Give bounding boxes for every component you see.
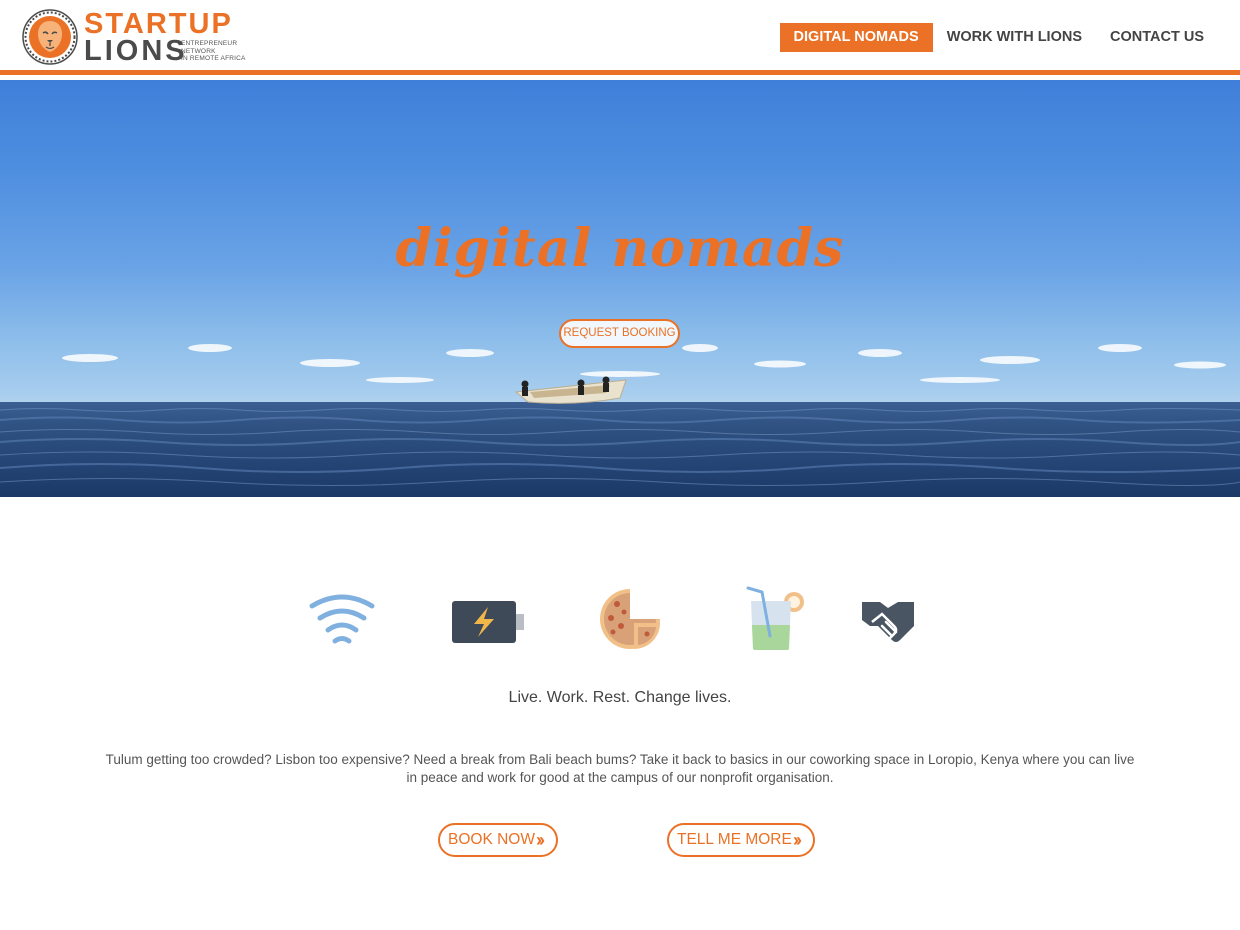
logo-wordmark-lions: LIONS — [84, 35, 188, 67]
nav-item-work-with-lions[interactable]: WORK WITH LIONS — [933, 23, 1096, 52]
drink-icon — [746, 586, 804, 650]
request-booking-button[interactable]: REQUEST BOOKING — [559, 319, 680, 348]
feature-icons-row — [0, 580, 1240, 660]
nav-item-digital-nomads[interactable]: DIGITAL NOMADS — [779, 23, 933, 52]
startup-lions-logo[interactable]: STARTUP LIONS ENTREPRENEUR NETWORK IN RE… — [22, 8, 246, 67]
pizza-icon — [600, 589, 660, 649]
wifi-icon — [309, 594, 375, 644]
lion-logo-icon — [22, 9, 78, 65]
boat-illustration — [514, 376, 627, 404]
hero-ocean-image — [0, 344, 1240, 497]
tell-me-more-label: TELL ME MORE — [677, 831, 792, 848]
hero-banner: digital nomads REQUEST BOOKING — [0, 80, 1240, 497]
description-text: Tulum getting too crowded? Lisbon too ex… — [105, 752, 1135, 785]
book-now-label: BOOK NOW — [448, 831, 535, 848]
book-now-button[interactable]: BOOK NOW ›› — [438, 823, 558, 857]
hero-title: digital nomads — [395, 218, 845, 279]
nav-item-contact-us[interactable]: CONTACT US — [1096, 23, 1218, 52]
double-chevron-right-icon: ›› — [793, 830, 802, 850]
tell-me-more-button[interactable]: TELL ME MORE ›› — [667, 823, 815, 857]
battery-charging-icon — [452, 601, 524, 643]
site-header: STARTUP LIONS ENTREPRENEUR NETWORK IN RE… — [0, 0, 1240, 75]
logo-tagline: ENTREPRENEUR NETWORK IN REMOTE AFRICA — [181, 40, 246, 62]
double-chevron-right-icon: ›› — [536, 830, 545, 850]
tagline: Live. Work. Rest. Change lives. — [508, 689, 732, 706]
handshake-icon — [862, 602, 914, 642]
main-nav: DIGITAL NOMADS WORK WITH LIONS CONTACT U… — [779, 23, 1218, 52]
